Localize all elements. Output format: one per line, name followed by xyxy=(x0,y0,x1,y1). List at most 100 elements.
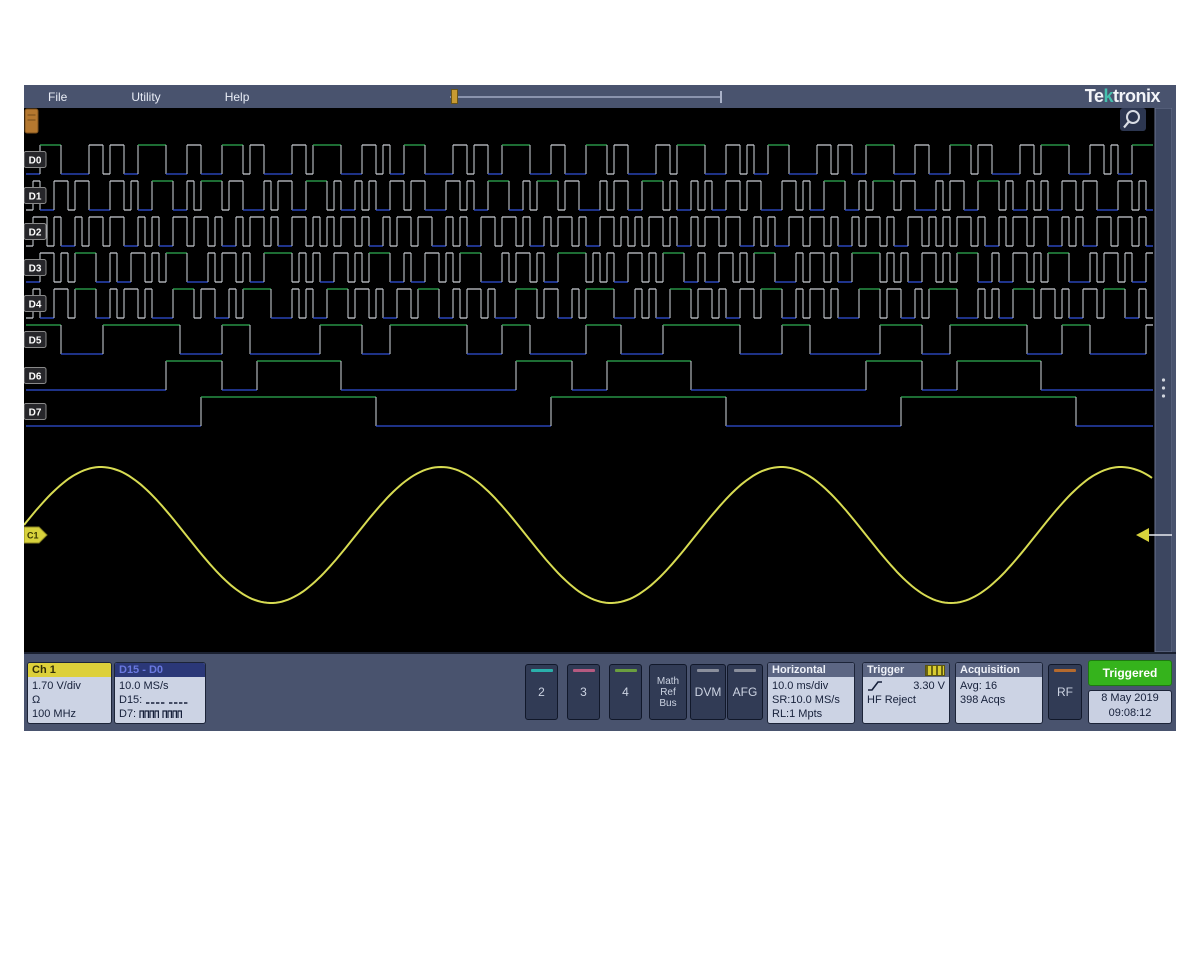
low-level-activity-glyph xyxy=(145,696,189,705)
waveform-display: D0 D1 D2 D3 D4 D5 D6 D7 C1 xyxy=(24,108,1176,652)
menu-bar: File Utility Help Tektronix xyxy=(24,85,1176,109)
datetime-box: 8 May 2019 09:08:12 xyxy=(1088,690,1172,724)
digital-trace-D1 xyxy=(26,181,1153,210)
channel-color-chip xyxy=(531,669,553,672)
digital-label-D0[interactable]: D0 xyxy=(24,152,46,168)
button-3[interactable]: 3 xyxy=(567,664,600,720)
digital-label-D1[interactable]: D1 xyxy=(24,188,46,204)
svg-text:D4: D4 xyxy=(29,300,42,311)
trigger-level: 3.30 V xyxy=(913,679,945,693)
rising-edge-icon xyxy=(867,680,883,692)
digital-trace-D7 xyxy=(26,397,1153,426)
acquisition-panel-title: Acquisition xyxy=(956,663,1042,677)
panel-handle-dot[interactable] xyxy=(1162,378,1165,381)
digital-label-D4[interactable]: D4 xyxy=(24,296,46,312)
trigger-panel[interactable]: Trigger 3.30 V HF Reject xyxy=(862,662,950,724)
acquisition-mode: Avg: 16 xyxy=(960,679,1038,693)
digital-trace-D4 xyxy=(26,289,1153,318)
svg-text:D6: D6 xyxy=(29,372,42,383)
trigger-position-marker[interactable] xyxy=(451,89,458,104)
channel1-badge-title: Ch 1 xyxy=(28,663,111,677)
digital-trace-D6 xyxy=(26,361,1153,390)
digital-label-D5[interactable]: D5 xyxy=(24,332,46,348)
digital-bus-badge-title: D15 - D0 xyxy=(115,663,205,677)
digital-trace-D0 xyxy=(26,145,1153,174)
button-math[interactable]: Math Ref Bus xyxy=(649,664,687,720)
digital-label-D3[interactable]: D3 xyxy=(24,260,46,276)
menu-item-utility[interactable]: Utility xyxy=(131,90,160,104)
page: File Utility Help Tektronix D0 D1 D2 D3 D4 D5 D6… xyxy=(0,0,1200,959)
button-label: 4 xyxy=(622,685,629,699)
button-label: AFG xyxy=(733,685,758,699)
channel-color-chip xyxy=(697,669,719,672)
svg-text:D5: D5 xyxy=(29,336,42,347)
trigger-status-badge: Triggered xyxy=(1088,660,1172,686)
button-afg[interactable]: AFG xyxy=(727,664,763,720)
digital-label-D6[interactable]: D6 xyxy=(24,368,46,384)
date-text: 8 May 2019 xyxy=(1089,691,1171,706)
channel-color-chip xyxy=(573,669,595,672)
d15-group-label: D15: xyxy=(119,693,142,707)
horizontal-panel-title: Horizontal xyxy=(768,663,854,677)
horizontal-record-length: RL:1 Mpts xyxy=(772,707,850,721)
button-2[interactable]: 2 xyxy=(525,664,558,720)
menu-items: File Utility Help xyxy=(48,85,249,108)
svg-text:D2: D2 xyxy=(29,228,42,239)
button-4[interactable]: 4 xyxy=(609,664,642,720)
trigger-source-badge xyxy=(925,665,945,676)
trigger-coupling: HF Reject xyxy=(867,693,945,707)
channel1-impedance: Ω xyxy=(32,693,107,707)
brand-post: tronix xyxy=(1113,86,1160,106)
acquisition-panel[interactable]: Acquisition Avg: 16 398 Acqs xyxy=(955,662,1043,724)
channel1-scale: 1.70 V/div xyxy=(32,679,107,693)
menu-item-file[interactable]: File xyxy=(48,90,67,104)
horizontal-panel[interactable]: Horizontal 10.0 ms/div SR:10.0 MS/s RL:1… xyxy=(767,662,855,724)
oscilloscope-screen: File Utility Help Tektronix D0 D1 D2 D3 D4 D5 D6… xyxy=(24,85,1176,729)
channel-color-chip xyxy=(615,669,637,672)
horizontal-scale: 10.0 ms/div xyxy=(772,679,850,693)
digital-label-D7[interactable]: D7 xyxy=(24,404,46,420)
digital-sample-rate: 10.0 MS/s xyxy=(119,679,201,693)
svg-text:D3: D3 xyxy=(29,264,42,275)
status-bar: Ch 1 1.70 V/div Ω 100 MHz D15 - D0 10.0 … xyxy=(24,652,1176,731)
digital-label-D2[interactable]: D2 xyxy=(24,224,46,240)
horizontal-sample-rate: SR:10.0 MS/s xyxy=(772,693,850,707)
analog-trace-c1 xyxy=(24,467,1152,603)
channel1-ground-marker[interactable]: C1 xyxy=(24,527,47,543)
time-text: 09:08:12 xyxy=(1089,706,1171,721)
button-dvm[interactable]: DVM xyxy=(690,664,726,720)
digital-trace-D2 xyxy=(26,217,1153,246)
svg-text:D7: D7 xyxy=(29,408,42,419)
channel1-bandwidth: 100 MHz xyxy=(32,707,107,721)
menu-item-help[interactable]: Help xyxy=(225,90,250,104)
brand-pre: Te xyxy=(1085,86,1104,106)
trigger-panel-title: Trigger xyxy=(867,663,904,677)
digital-trace-D5 xyxy=(26,325,1153,354)
channel-color-chip xyxy=(734,669,756,672)
button-label: DVM xyxy=(695,685,722,699)
panel-handle-dot[interactable] xyxy=(1162,386,1165,389)
acquisition-count: 398 Acqs xyxy=(960,693,1038,707)
svg-text:D0: D0 xyxy=(29,156,42,167)
waveform-canvas: D0 D1 D2 D3 D4 D5 D6 D7 C1 xyxy=(24,108,1176,652)
svg-text:D1: D1 xyxy=(29,192,42,203)
horizontal-position-track[interactable] xyxy=(450,96,722,98)
button-rf[interactable]: RF xyxy=(1048,664,1082,720)
button-label: Math Ref Bus xyxy=(657,676,679,709)
panel-handle-dot[interactable] xyxy=(1162,394,1165,397)
button-label: 3 xyxy=(580,685,587,699)
button-label: 2 xyxy=(538,685,545,699)
channel1-badge[interactable]: Ch 1 1.70 V/div Ω 100 MHz xyxy=(27,662,112,724)
horizontal-position-end-tick xyxy=(720,91,722,103)
digital-trace-D3 xyxy=(26,253,1153,282)
pulse-activity-glyph xyxy=(139,709,183,719)
rf-color-chip xyxy=(1054,669,1076,672)
svg-text:C1: C1 xyxy=(27,531,39,541)
digital-bus-badge[interactable]: D15 - D0 10.0 MS/s D15: D7: xyxy=(114,662,206,724)
brand-accent: k xyxy=(1103,86,1113,106)
zoom-magnifier-icon[interactable] xyxy=(1120,108,1146,131)
button-label: RF xyxy=(1057,685,1073,699)
brand-logo: Tektronix xyxy=(1085,86,1160,107)
d7-group-label: D7: xyxy=(119,707,136,721)
trigger-flag-icon[interactable] xyxy=(25,109,38,133)
